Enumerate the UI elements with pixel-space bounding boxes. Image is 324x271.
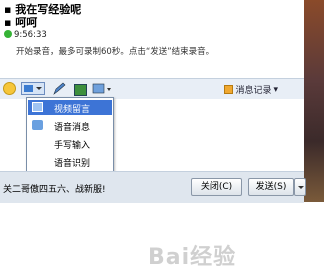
microphone-icon — [32, 120, 43, 130]
timestamp-row: 9:56:33 — [4, 30, 47, 40]
send-button[interactable]: 发送(S) — [248, 178, 294, 196]
pen-icon[interactable] — [52, 82, 66, 95]
menu-item-handwriting[interactable]: 手写输入 — [28, 136, 112, 151]
video-message-button[interactable] — [21, 82, 45, 95]
video-icon — [32, 102, 43, 112]
chevron-down-icon — [36, 87, 42, 90]
screenshot-icon[interactable] — [92, 82, 112, 95]
send-options-button[interactable] — [294, 178, 306, 196]
recording-hint: 开始录音，最多可录制60秒。点击“发送”结束录音。 — [16, 47, 215, 57]
menu-item-video-message[interactable]: 视频留言 — [28, 100, 112, 115]
camera-icon — [24, 85, 33, 92]
contact-nickname: 关二哥傲四五六、战新服! — [3, 185, 106, 195]
side-panel-image — [304, 0, 324, 202]
extra-input-menu: 视频留言 语音消息 手写输入 语音识别 — [26, 97, 114, 172]
chevron-down-icon: ▾ — [273, 84, 278, 95]
emoji-icon[interactable] — [3, 82, 16, 95]
bottom-bar: 关二哥傲四五六、战新服! 关闭(C) 发送(S) — [0, 171, 306, 203]
chevron-down-icon — [298, 186, 304, 189]
close-button[interactable]: 关闭(C) — [191, 178, 242, 196]
watermark: Bai经验 — [148, 245, 237, 270]
check-icon — [4, 30, 12, 38]
menu-item-voice-message[interactable]: 语音消息 — [28, 118, 112, 133]
image-icon[interactable] — [74, 84, 87, 96]
message-history-button[interactable]: 消息记录 ▾ — [224, 83, 278, 96]
history-icon — [224, 85, 234, 94]
menu-item-speech-recognition[interactable]: 语音识别 — [28, 154, 112, 169]
chat-message: ▪ 呵呵 — [4, 16, 38, 29]
chat-history: ▪ 我在写经验呢 ▪ 呵呵 9:56:33 开始录音，最多可录制60秒。点击“发… — [0, 0, 324, 78]
